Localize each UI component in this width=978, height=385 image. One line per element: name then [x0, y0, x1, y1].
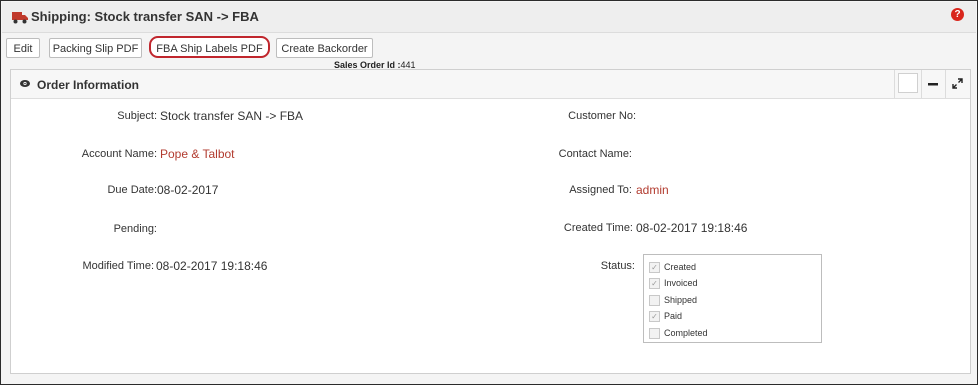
due-date-label: Due Date: — [107, 184, 157, 196]
contact-name-label: Contact Name: — [558, 148, 632, 160]
status-option-label: Completed — [664, 328, 708, 338]
assigned-to-label: Assigned To: — [569, 184, 632, 196]
checkbox-checked[interactable]: ✓ — [649, 262, 660, 273]
page-title: Shipping: Stock transfer SAN -> FBA — [31, 9, 259, 24]
checkbox-checked[interactable]: ✓ — [649, 278, 660, 289]
status-option-label: Shipped — [664, 295, 698, 305]
assigned-to-link[interactable]: admin — [636, 183, 669, 197]
due-date-value: 08-02-2017 — [157, 183, 219, 197]
status-checklist: ✓ Created ✓ Invoiced Shipped ✓ Paid Comp… — [643, 254, 822, 343]
help-icon[interactable]: ? — [951, 8, 964, 21]
checkbox-unchecked[interactable] — [649, 295, 660, 306]
expand-icon[interactable] — [952, 78, 963, 89]
order-information-panel: Order Information Subject: Stock transfe… — [10, 69, 971, 374]
truck-icon — [12, 12, 28, 24]
modified-time-label: Modified Time: — [82, 260, 154, 272]
packing-slip-pdf-button[interactable]: Packing Slip PDF — [49, 38, 142, 58]
eye-icon[interactable] — [20, 80, 30, 87]
fba-ship-labels-pdf-button[interactable]: FBA Ship Labels PDF — [149, 36, 270, 58]
minimize-icon[interactable] — [928, 79, 938, 89]
header-divider — [894, 70, 895, 98]
checkbox-unchecked[interactable] — [649, 328, 660, 339]
subject-label: Subject: — [117, 110, 157, 122]
status-option-label: Paid — [664, 311, 683, 321]
panel-header[interactable]: Order Information — [11, 70, 970, 99]
modified-time-value: 08-02-2017 19:18:46 — [156, 259, 268, 273]
pending-label: Pending: — [113, 223, 157, 235]
status-label: Status: — [600, 260, 635, 272]
create-backorder-button[interactable]: Create Backorder — [276, 38, 373, 58]
status-option-label: Invoiced — [664, 278, 698, 288]
created-time-label: Created Time: — [563, 222, 633, 234]
created-time-value: 08-02-2017 19:18:46 — [636, 221, 748, 235]
header-divider — [945, 70, 946, 98]
status-option-label: Created — [664, 262, 697, 272]
subject-value: Stock transfer SAN -> FBA — [160, 109, 304, 123]
checkbox-checked[interactable]: ✓ — [649, 311, 660, 322]
customer-no-label: Customer No: — [568, 110, 636, 122]
edit-button[interactable]: Edit — [6, 38, 40, 58]
window-frame: Shipping: Stock transfer SAN -> FBA ? Ed… — [0, 0, 978, 385]
account-name-label: Account Name: — [81, 148, 157, 160]
header-divider — [921, 70, 922, 98]
panel-title: Order Information — [37, 78, 140, 92]
panel-checkbox[interactable] — [898, 73, 918, 93]
title-bar: Shipping: Stock transfer SAN -> FBA ? — [2, 2, 976, 33]
account-name-link[interactable]: Pope & Talbot — [160, 147, 235, 161]
